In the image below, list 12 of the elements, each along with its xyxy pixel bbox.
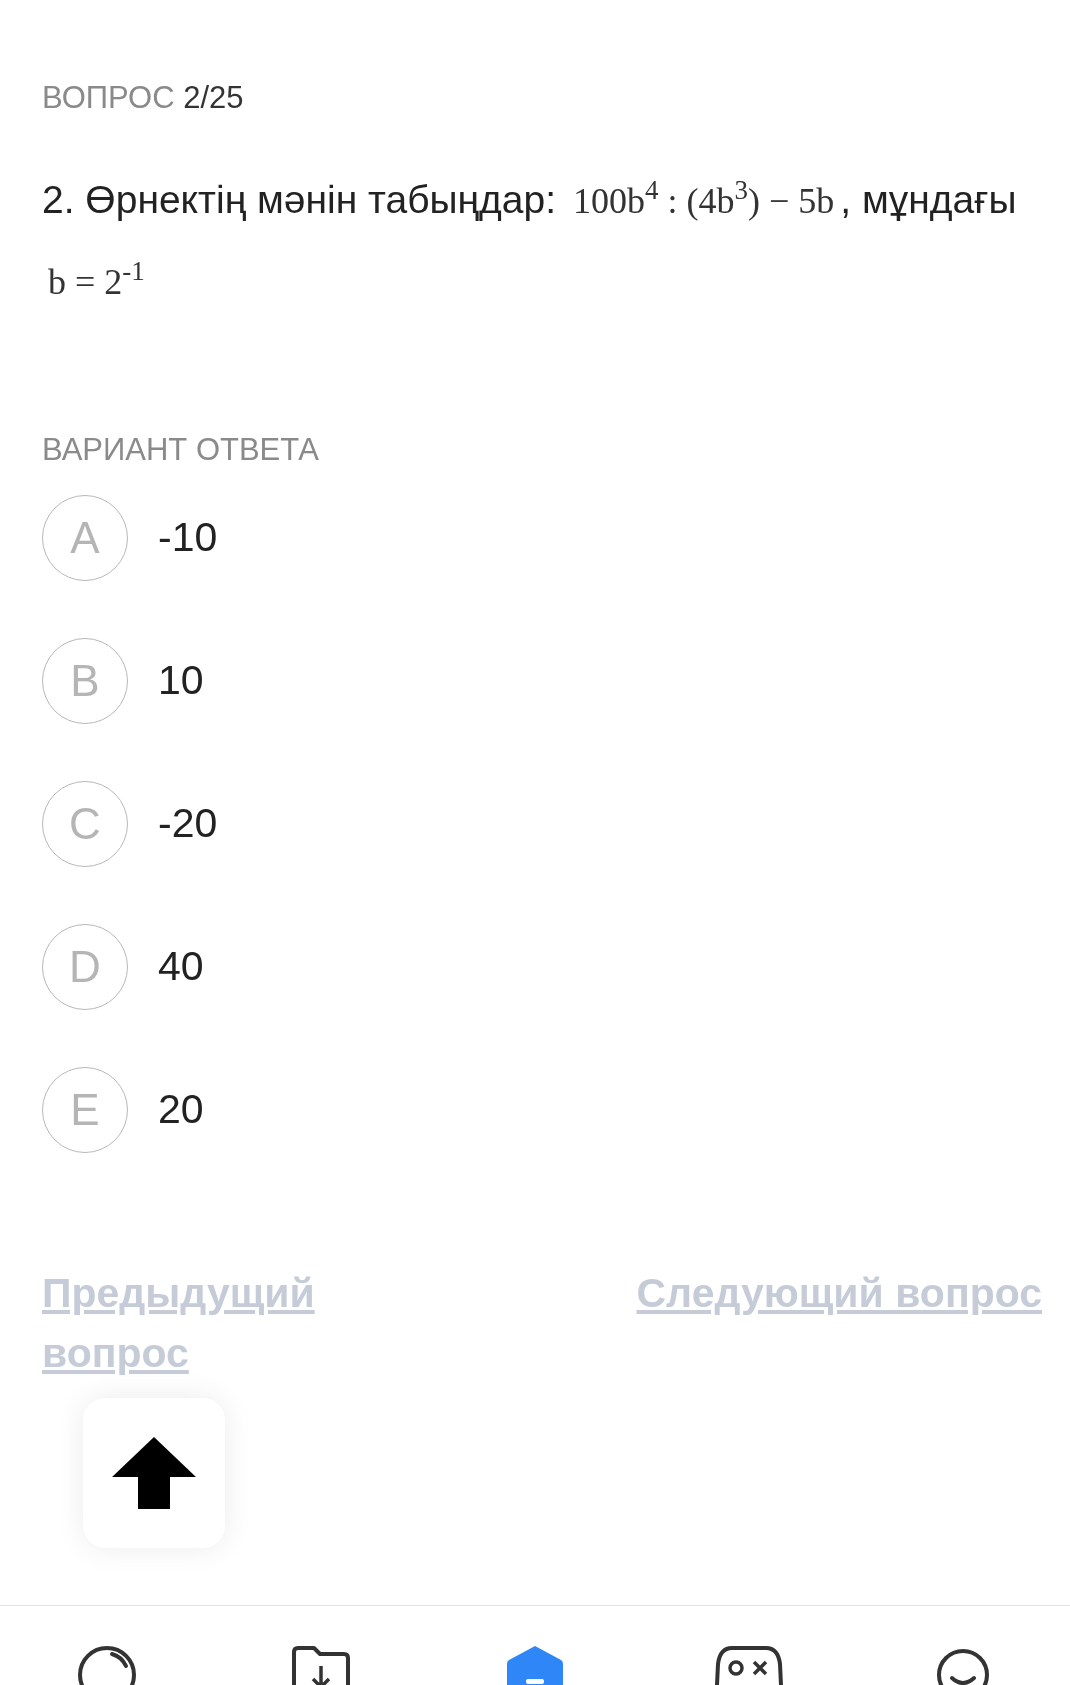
option-text[interactable]: -20 [158, 793, 218, 855]
scroll-up-button[interactable] [83, 1398, 225, 1548]
option-text[interactable]: 10 [158, 650, 204, 712]
previous-question-link[interactable]: Предыдущий вопрос [42, 1263, 402, 1383]
option-text[interactable]: 40 [158, 936, 204, 998]
section-label: ВАРИАНТ ОТВЕТА [42, 430, 320, 469]
next-question-link[interactable]: Следующий вопрос [636, 1263, 1042, 1383]
question-counter: ВОПРОС 2/25 [42, 79, 245, 117]
question-text: 2. Өрнектің мәнін табыңдар: 100b$^{4}$ : (4b$^{3}$) − 5b, мұндағы b = 2$^{-1}$ [42, 174, 1018, 304]
up-arrow-icon [112, 1437, 196, 1509]
option-text[interactable]: -10 [158, 507, 218, 569]
option-text[interactable]: 20 [158, 1079, 204, 1141]
